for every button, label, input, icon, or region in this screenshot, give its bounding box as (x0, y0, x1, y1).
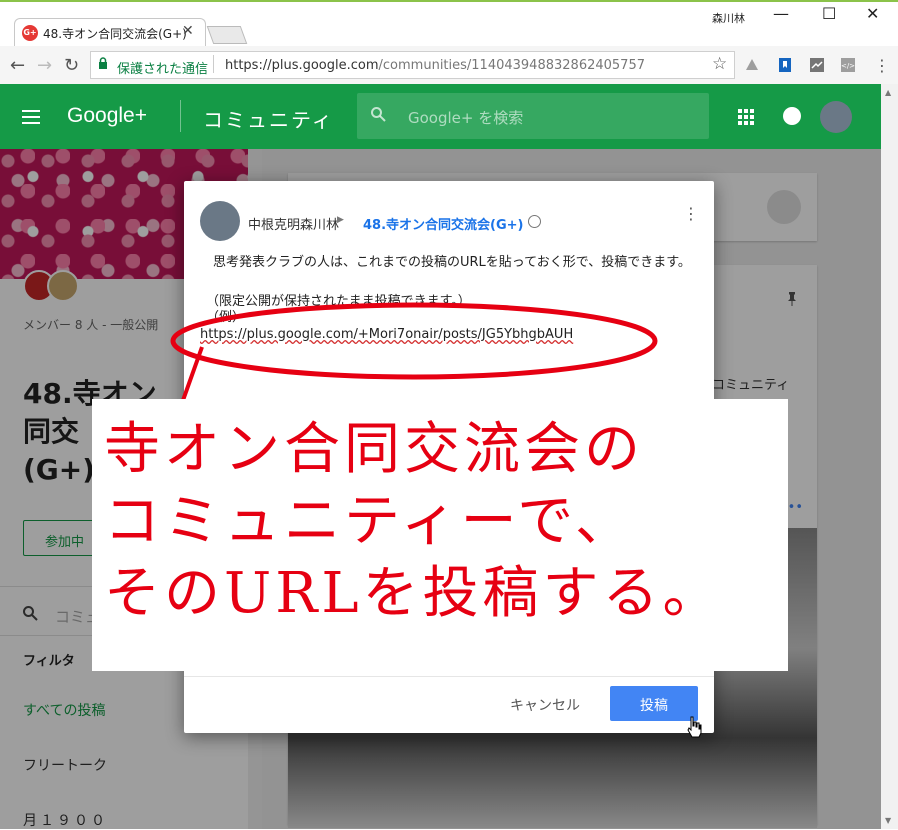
triangle-right-icon: ▶ (337, 215, 344, 225)
profile-name[interactable]: 森川林 (712, 10, 745, 26)
drive-extension-icon[interactable] (744, 57, 760, 73)
maximize-button[interactable]: ☐ (822, 4, 836, 23)
tab-title: 48.寺オン合同交流会(G+) (43, 27, 187, 41)
bookmark-star-icon[interactable]: ☆ (712, 54, 727, 74)
forward-icon[interactable]: → (37, 55, 52, 76)
url-domain: https://plus.google.com (225, 58, 379, 73)
hand-cursor-icon (687, 716, 702, 738)
bookmark-extension-icon[interactable] (777, 57, 793, 73)
visibility-icon[interactable] (528, 215, 541, 228)
secure-label: 保護された通信 (117, 62, 209, 77)
lock-icon (99, 57, 107, 69)
chart-extension-icon[interactable] (809, 57, 825, 73)
highlight-ellipse (170, 302, 658, 380)
search-placeholder: Google+ を検索 (408, 109, 524, 127)
new-tab-button[interactable] (206, 26, 248, 44)
author-avatar (200, 201, 240, 241)
notification-bell-icon[interactable] (783, 107, 801, 125)
scroll-up-icon[interactable]: ▲ (885, 88, 891, 97)
scroll-down-icon[interactable]: ▼ (885, 816, 891, 825)
divider (184, 676, 714, 677)
code-extension-icon[interactable]: </> (840, 57, 856, 73)
post-label: 投稿 (640, 698, 668, 714)
url-text[interactable]: https://plus.google.com/communities/1140… (225, 58, 645, 73)
post-body-line[interactable]: 思考発表クラブの人は、これまでの投稿のURLを貼っておく形で、投稿できます。 (200, 255, 700, 271)
gplus-logo[interactable]: Google+ (67, 104, 147, 128)
page-scrollbar[interactable] (881, 84, 898, 829)
annotation-text: 寺オン合同交流会の コミュニティーで、 そのURLを投稿する。 (104, 417, 723, 626)
close-window-button[interactable]: ✕ (866, 4, 879, 23)
apps-grid-icon[interactable] (738, 109, 754, 125)
reload-icon[interactable]: ↻ (64, 55, 79, 76)
tab-close-icon[interactable]: ✕ (182, 23, 194, 39)
author-name: 中根克明森川林 (248, 218, 340, 233)
target-community[interactable]: 48.寺オン合同交流会(G+) (363, 214, 523, 233)
cancel-label: キャンセル (510, 698, 580, 714)
url-path: /communities/114043948832862405757 (378, 58, 645, 73)
svg-text:</>: </> (841, 62, 855, 70)
account-avatar[interactable] (820, 101, 852, 133)
more-vert-icon[interactable]: ⋮ (874, 56, 890, 75)
section-title: コミュニティ (203, 108, 334, 132)
gplus-favicon-icon: G+ (22, 25, 38, 41)
search-icon (371, 107, 386, 122)
minimize-button[interactable]: — (773, 4, 789, 23)
more-vert-icon[interactable]: ⋮ (683, 206, 699, 222)
menu-icon[interactable] (22, 110, 40, 124)
divider (213, 55, 214, 73)
back-icon[interactable]: ← (10, 55, 25, 76)
divider (180, 100, 181, 132)
